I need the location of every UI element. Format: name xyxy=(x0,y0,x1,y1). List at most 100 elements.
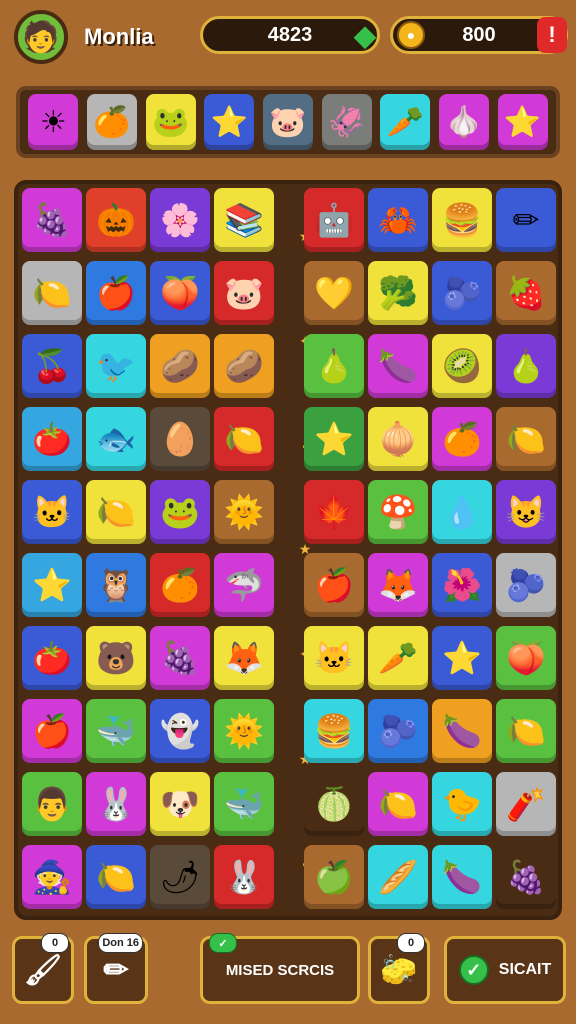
board-tile[interactable]: 🐤 xyxy=(432,772,492,836)
paint-booster-button[interactable]: 🖌 0 xyxy=(12,933,74,1004)
board-tile[interactable]: 🦉 xyxy=(86,553,146,617)
board-tile[interactable]: 🍓 xyxy=(496,261,556,325)
board-tile[interactable]: 🦀 xyxy=(368,188,428,252)
board-tile[interactable]: ⭐ xyxy=(22,553,82,617)
board-tile[interactable]: 🥔 xyxy=(214,334,274,398)
board-tile[interactable]: 🫐 xyxy=(432,261,492,325)
board-tile[interactable]: 🍊 xyxy=(150,553,210,617)
missed-scores-button[interactable]: ✓ MISED SCRCIS xyxy=(200,933,360,1004)
tile-creature-icon: 🐟 xyxy=(96,421,136,457)
board-tile[interactable]: 📚 xyxy=(214,188,274,252)
board-tile[interactable]: 🍐 xyxy=(496,334,556,398)
board-tile[interactable]: 🍎 xyxy=(86,261,146,325)
board-tile[interactable]: 🍋 xyxy=(496,407,556,471)
board-tile[interactable]: 🍑 xyxy=(496,626,556,690)
board-tile[interactable]: ✏ xyxy=(496,188,556,252)
tile-creature-icon: 🍇 xyxy=(506,859,546,895)
board-tile[interactable]: 🐰 xyxy=(86,772,146,836)
board-tile[interactable]: 🌞 xyxy=(214,480,274,544)
board-tile[interactable]: 🌸 xyxy=(150,188,210,252)
check-icon: ✓ xyxy=(458,955,489,985)
board-tile[interactable]: ⭐ xyxy=(304,407,364,471)
board-tile[interactable]: 🧨 xyxy=(496,772,556,836)
board-tile[interactable]: 🍋 xyxy=(496,699,556,763)
pencil-icon: ✏ xyxy=(103,953,129,987)
avatar-face-icon: 🧑 xyxy=(22,20,60,54)
tile-creature-icon: 🍄 xyxy=(378,494,418,530)
board-tile[interactable]: 🫐 xyxy=(496,553,556,617)
board-tile[interactable]: 🐳 xyxy=(86,699,146,763)
board-tile[interactable]: 🍋 xyxy=(86,845,146,909)
tile-creature-icon: 🍋 xyxy=(506,713,546,749)
board-tile[interactable]: 🍆 xyxy=(432,699,492,763)
board-tile[interactable]: 🐱 xyxy=(22,480,82,544)
board-tile[interactable]: 🍄 xyxy=(368,480,428,544)
board-tile[interactable]: 💧 xyxy=(432,480,492,544)
board-tile[interactable]: 🐻 xyxy=(86,626,146,690)
tile-creature-icon: 🥕 xyxy=(378,640,418,676)
start-button[interactable]: ✓ SICAIT xyxy=(444,936,566,1004)
board-tile[interactable]: 🍒 xyxy=(22,334,82,398)
board-tile[interactable]: 🦈 xyxy=(214,553,274,617)
board-tile[interactable]: 😺 xyxy=(496,480,556,544)
board-tile[interactable]: 🍑 xyxy=(150,261,210,325)
board-tile[interactable]: 🍈 xyxy=(304,772,364,836)
board-tile[interactable]: 🍁 xyxy=(304,480,364,544)
board-tile[interactable]: 🍆 xyxy=(432,845,492,909)
board-tile[interactable]: 🐸 xyxy=(150,480,210,544)
board-tile[interactable]: 🌞 xyxy=(214,699,274,763)
board-tile[interactable]: 🐷 xyxy=(214,261,274,325)
board-tile[interactable]: 🍐 xyxy=(304,334,364,398)
board-tile[interactable]: 🦊 xyxy=(368,553,428,617)
player-avatar[interactable]: 🧑 xyxy=(14,10,68,64)
board-tile[interactable]: 🍇 xyxy=(150,626,210,690)
coin-value: 800 xyxy=(462,23,496,46)
board-tile[interactable]: 🦊 xyxy=(214,626,274,690)
board-tile[interactable]: 🌶 xyxy=(150,845,210,909)
board-tile[interactable]: 🥦 xyxy=(368,261,428,325)
board-tile[interactable]: 🍔 xyxy=(304,699,364,763)
board-tile[interactable]: 🍅 xyxy=(22,626,82,690)
board-tile[interactable]: 🍅 xyxy=(22,407,82,471)
board-tile[interactable]: 🥕 xyxy=(368,626,428,690)
pink-brush-icon: 🧽 xyxy=(380,953,418,987)
board-tile[interactable]: 🥚 xyxy=(150,407,210,471)
board-tile[interactable]: 🐶 xyxy=(150,772,210,836)
board-tile[interactable]: 🍊 xyxy=(432,407,492,471)
board-tile[interactable]: 🍏 xyxy=(304,845,364,909)
board-tile[interactable]: 🎃 xyxy=(86,188,146,252)
board-tile[interactable]: 🫐 xyxy=(368,699,428,763)
tile-creature-icon: 🐶 xyxy=(160,786,200,822)
board-tile[interactable]: 🌺 xyxy=(432,553,492,617)
board-tile[interactable]: 💛 xyxy=(304,261,364,325)
board-tile[interactable]: 🍋 xyxy=(368,772,428,836)
board-tile[interactable]: 🐳 xyxy=(214,772,274,836)
add-coins-button[interactable]: ! xyxy=(537,17,567,53)
board-tile[interactable]: 👻 xyxy=(150,699,210,763)
board-tile[interactable]: 🥖 xyxy=(368,845,428,909)
board-tile[interactable]: 🍋 xyxy=(214,407,274,471)
board-tile[interactable]: 🍇 xyxy=(496,845,556,909)
board-tile[interactable]: 🐰 xyxy=(214,845,274,909)
tile-creature-icon: 🍁 xyxy=(314,494,354,530)
brush-booster-button[interactable]: 🧽 0 xyxy=(368,933,430,1004)
board-tile[interactable]: 🍎 xyxy=(22,699,82,763)
board-tile[interactable]: 🧙 xyxy=(22,845,82,909)
board-tile[interactable]: 🍎 xyxy=(304,553,364,617)
board-tile[interactable]: ⭐ xyxy=(432,626,492,690)
board-tile[interactable]: 🍋 xyxy=(22,261,82,325)
board-tile[interactable]: 🤖 xyxy=(304,188,364,252)
pencil-booster-button[interactable]: ✏ Don 16 xyxy=(84,933,148,1004)
board-tile[interactable]: 🥝 xyxy=(432,334,492,398)
board-tile[interactable]: 👨 xyxy=(22,772,82,836)
board-tile[interactable]: 🧅 xyxy=(368,407,428,471)
board-tile[interactable]: 🐟 xyxy=(86,407,146,471)
board-tile[interactable]: 🍋 xyxy=(86,480,146,544)
board-tile[interactable]: 🍇 xyxy=(22,188,82,252)
board-tile[interactable]: 🐦 xyxy=(86,334,146,398)
board-tile[interactable]: 🐱 xyxy=(304,626,364,690)
board-tile[interactable]: 🍆 xyxy=(368,334,428,398)
board-tile[interactable]: 🍔 xyxy=(432,188,492,252)
board-tile[interactable]: 🥔 xyxy=(150,334,210,398)
tile-creature-icon: 🐰 xyxy=(96,786,136,822)
